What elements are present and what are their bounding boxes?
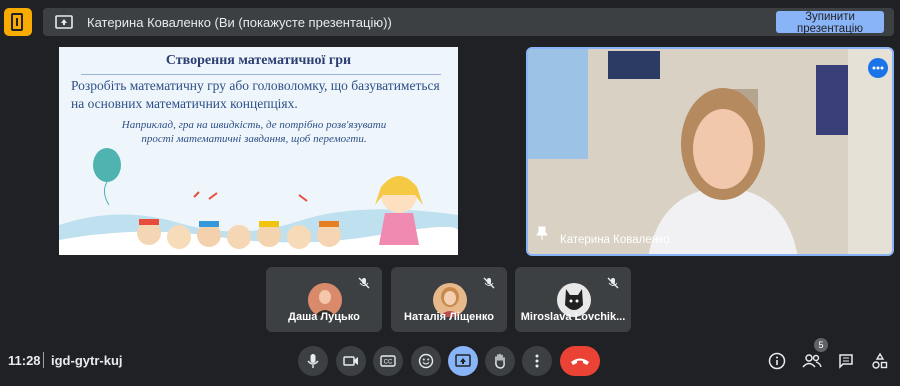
presenting-bar: Катерина Коваленко (Ви (покажусте презен… (43, 8, 894, 36)
captions-button[interactable]: CC (373, 346, 403, 376)
camera-button[interactable] (336, 346, 366, 376)
participant-tile[interactable]: Miroslava Lovchik... (515, 267, 631, 332)
mic-icon (307, 354, 319, 368)
decor-stars (193, 191, 308, 202)
mic-button[interactable] (298, 346, 328, 376)
people-icon (802, 354, 822, 368)
presenting-label: Катерина Коваленко (Ви (покажусте презен… (87, 14, 392, 30)
slide-example-text: Наприклад, гра на швидкість, де потрібно… (121, 119, 387, 145)
slide-body-text: Розробіть математичну гру або головоломк… (71, 78, 440, 111)
balloon-illustration (93, 148, 121, 206)
raise-hand-icon (495, 353, 505, 369)
presentation-slide: Створення математичної гри Розробіть мат… (59, 47, 458, 255)
chat-icon (839, 354, 853, 369)
self-name-label: Катерина Коваленко (560, 234, 670, 246)
mic-off-icon (483, 277, 495, 289)
girl-illustration (375, 176, 423, 245)
camera-icon (343, 356, 358, 366)
activities-button[interactable] (869, 350, 891, 372)
slide-title: Створення математичної гри (165, 53, 352, 68)
chat-button[interactable] (835, 350, 857, 372)
leave-call-button[interactable] (560, 346, 600, 376)
stop-presenting-button[interactable]: Зупинити презентацію (776, 11, 884, 35)
participant-name: Наталія Ліщенко (404, 311, 494, 323)
present-screen-icon (55, 15, 73, 29)
divider (43, 352, 44, 368)
pin-icon[interactable] (536, 226, 548, 245)
participant-tile[interactable]: Даша Луцько (266, 267, 382, 332)
self-video-feed (528, 49, 892, 254)
participant-tile[interactable]: Наталія Ліщенко (391, 267, 507, 332)
participant-name: Даша Луцько (288, 311, 360, 323)
people-button[interactable] (801, 350, 823, 372)
more-options-button[interactable] (522, 346, 552, 376)
hangup-icon (571, 358, 589, 365)
slide-divider (81, 74, 441, 75)
meet-logo-icon (4, 8, 32, 36)
mic-off-icon (358, 277, 370, 289)
more-options-icon[interactable] (868, 58, 888, 78)
present-icon (455, 354, 471, 367)
more-vert-icon (535, 354, 539, 368)
present-button[interactable] (448, 346, 478, 376)
mic-off-icon (607, 277, 619, 289)
captions-icon: CC (380, 355, 396, 367)
meeting-details-button[interactable] (766, 350, 788, 372)
meeting-code: igd-gytr-kuj (51, 353, 123, 368)
activities-icon (872, 352, 888, 369)
clock-time: 11:28 (8, 353, 41, 368)
emoji-button[interactable] (411, 346, 441, 376)
raise-hand-button[interactable] (485, 346, 515, 376)
svg-text:CC: CC (384, 360, 393, 366)
participant-name: Miroslava Lovchik... (520, 311, 626, 323)
emoji-icon (418, 353, 434, 369)
info-icon (768, 352, 786, 370)
self-video-tile[interactable]: Катерина Коваленко (526, 47, 894, 256)
